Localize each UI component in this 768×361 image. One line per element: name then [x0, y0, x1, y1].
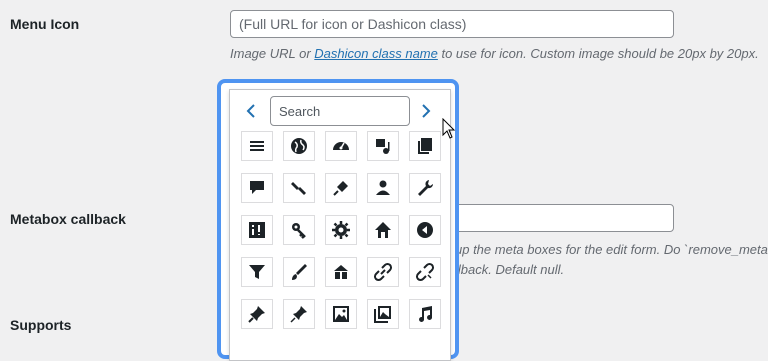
menu-icon-description: Image URL or Dashicon class name to use …	[230, 46, 759, 61]
menu-icon-desc-prefix: Image URL or	[230, 46, 315, 61]
chevron-right-icon	[422, 104, 431, 118]
admin-media-icon	[376, 139, 390, 154]
admin-site-icon	[291, 138, 307, 154]
admin-customizer-icon	[292, 264, 307, 280]
admin-collapse-icon-button[interactable]	[409, 215, 441, 245]
icon-picker-popup	[229, 89, 451, 361]
admin-network-icon	[292, 223, 306, 239]
admin-collapse-icon	[417, 222, 433, 238]
mouse-cursor-icon	[442, 118, 456, 139]
menu-icon-button[interactable]	[241, 131, 273, 161]
chevron-left-icon	[246, 104, 255, 118]
metabox-desc-line2: llback. Default null.	[455, 262, 565, 277]
admin-comments-icon	[250, 181, 264, 194]
dashboard-icon-button[interactable]	[325, 131, 357, 161]
admin-plugins-icon-button[interactable]	[325, 173, 357, 203]
format-image-icon	[333, 306, 349, 322]
admin-home-icon	[375, 222, 391, 238]
admin-links-icon-button[interactable]	[367, 257, 399, 287]
admin-page-icon	[418, 138, 432, 154]
format-audio-icon	[419, 306, 433, 322]
admin-network-icon-button[interactable]	[283, 215, 315, 245]
admin-tools-icon-button[interactable]	[409, 173, 441, 203]
format-audio-icon-button[interactable]	[409, 299, 441, 329]
admin-users-icon	[376, 180, 390, 195]
admin-generic-icon-button[interactable]	[325, 215, 357, 245]
admin-post-icon	[248, 306, 265, 323]
editor-unlink-icon	[415, 262, 435, 282]
admin-appearance-icon	[291, 182, 306, 195]
admin-page-icon-button[interactable]	[409, 131, 441, 161]
sticky-icon-button[interactable]	[283, 299, 315, 329]
supports-label: Supports	[10, 317, 72, 333]
icon-picker-focus-ring	[217, 79, 459, 361]
admin-customizer-icon-button[interactable]	[283, 257, 315, 287]
menu-icon	[250, 141, 264, 151]
admin-plugins-icon	[333, 181, 348, 196]
admin-multisite-icon-button[interactable]	[325, 257, 357, 287]
filter-icon	[249, 265, 265, 279]
admin-tools-icon	[418, 180, 434, 196]
sticky-icon	[290, 306, 307, 323]
format-gallery-icon-button[interactable]	[367, 299, 399, 329]
admin-home-icon-button[interactable]	[367, 215, 399, 245]
dashicon-link[interactable]: Dashicon class name	[314, 46, 438, 61]
editor-unlink-icon-button[interactable]	[409, 257, 441, 287]
admin-settings-icon	[249, 222, 265, 238]
menu-icon-label: Menu Icon	[10, 16, 80, 32]
admin-comments-icon-button[interactable]	[241, 173, 273, 203]
dashboard-icon	[333, 142, 349, 150]
admin-links-icon	[373, 262, 393, 282]
metabox-desc-line1: up the meta boxes for the edit form. Do …	[455, 242, 768, 257]
admin-appearance-icon-button[interactable]	[283, 173, 315, 203]
admin-multisite-icon	[334, 265, 348, 279]
admin-media-icon-button[interactable]	[367, 131, 399, 161]
prev-page-button[interactable]	[242, 102, 260, 122]
admin-post-icon-button[interactable]	[241, 299, 273, 329]
menu-icon-desc-suffix: to use for icon. Custom image should be …	[437, 46, 759, 61]
admin-generic-icon	[332, 221, 350, 239]
metabox-callback-label: Metabox callback	[10, 211, 126, 227]
format-gallery-icon	[374, 306, 391, 323]
next-page-button[interactable]	[417, 102, 435, 122]
admin-site-icon-button[interactable]	[283, 131, 315, 161]
menu-icon-input[interactable]	[230, 10, 674, 38]
filter-icon-button[interactable]	[241, 257, 273, 287]
admin-settings-icon-button[interactable]	[241, 215, 273, 245]
format-image-icon-button[interactable]	[325, 299, 357, 329]
admin-users-icon-button[interactable]	[367, 173, 399, 203]
icon-search-input[interactable]	[270, 96, 410, 126]
